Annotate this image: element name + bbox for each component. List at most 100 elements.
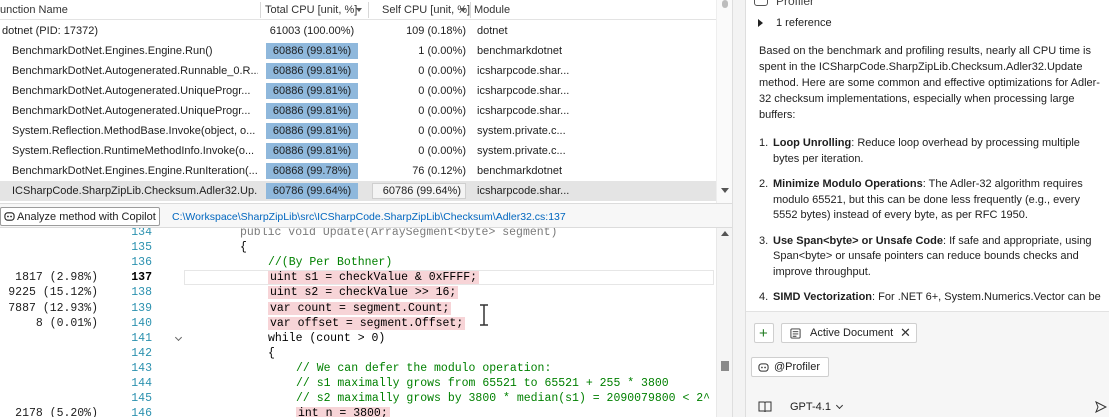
total-cpu-value: 60786 (99.64%) — [272, 185, 352, 197]
column-header-self-cpu[interactable]: Self CPU [unit, %] — [382, 4, 470, 16]
optimization-list: 1. Loop Unrolling: Reduce loop overhead b… — [759, 136, 1104, 316]
editor-scrollbar[interactable] — [716, 228, 732, 417]
total-cpu-value: 60886 (99.81%) — [272, 145, 352, 157]
add-context-button[interactable]: + — [754, 323, 774, 343]
line-cpu-count: 8 (0.01%) — [35, 316, 98, 330]
code-line[interactable]: 2178 (5.20%) 146 int n = 3800; — [0, 406, 716, 417]
scroll-down-icon[interactable] — [721, 188, 729, 193]
item-number: 1. — [759, 137, 769, 149]
function-name-cell: ICSharpCode.SharpZipLib.Checksum.Adler32… — [12, 185, 258, 197]
module-cell: benchmarkdotnet — [477, 45, 562, 57]
column-header-function-name[interactable]: unction Name — [0, 4, 68, 16]
code-line[interactable]: 143 // We can defer the modulo operation: — [0, 361, 716, 376]
total-cpu-value: 60886 (99.81%) — [272, 65, 352, 77]
code-line[interactable]: 9225 (15.12%) 138 uint s2 = checkValue >> … — [0, 285, 716, 300]
editor-scrollbar-thumb[interactable] — [721, 361, 729, 371]
table-row[interactable]: BenchmarkDotNet.Autogenerated.UniqueProg… — [0, 81, 716, 101]
code-text: //(By Per Bothner) — [268, 256, 393, 270]
module-cell: icsharpcode.shar... — [477, 65, 570, 77]
total-cpu-cell: 61003 (100.00%) — [266, 23, 366, 39]
code-text: // s1 maximally grows from 65521 to 6552… — [296, 377, 669, 390]
line-number: 139 — [131, 301, 152, 315]
analyze-with-copilot-button[interactable]: Analyze method with Copilot — [0, 207, 160, 226]
code-line[interactable]: 7887 (12.93%) 139 var count = segment.Coun… — [0, 301, 716, 316]
table-row[interactable]: BenchmarkDotNet.Engines.Engine.RunIterat… — [0, 161, 716, 181]
table-row[interactable]: BenchmarkDotNet.Engines.Engine.Run() 6088… — [0, 41, 716, 61]
source-code-editor[interactable]: 134 public void Update(ArraySegment<byte>… — [0, 228, 732, 417]
line-cpu-count: 2178 (5.20%) — [15, 407, 98, 417]
total-cpu-value: 60886 (99.81%) — [272, 85, 352, 97]
code-text: { — [268, 346, 275, 360]
module-cell: icsharpcode.shar... — [477, 185, 570, 197]
send-icon[interactable] — [1095, 401, 1107, 413]
document-reference-icon — [790, 328, 801, 339]
code-line[interactable]: 8 (0.01%) 140 var offset = segment.Offset; — [0, 316, 716, 331]
copilot-logo-icon — [754, 0, 768, 6]
item-number: 2. — [759, 178, 769, 190]
self-cpu-cell: 60786 (99.64%) — [372, 183, 466, 199]
function-name-cell: System.Reflection.RuntimeMethodInfo.Invo… — [12, 145, 255, 157]
item-title: Use Span<byte> or Unsafe Code — [773, 234, 943, 247]
line-number: 141 — [131, 331, 152, 345]
profiler-agent-chip[interactable]: @Profiler — [751, 357, 829, 377]
total-cpu-cell: 60886 (99.81%) — [266, 103, 366, 119]
close-icon[interactable]: ✕ — [900, 325, 911, 341]
panel-splitter[interactable] — [732, 0, 746, 417]
total-cpu-cell: 60886 (99.81%) — [266, 43, 366, 59]
source-file-link[interactable]: C:\Workspace\SharpZipLib\src\ICSharpCode… — [172, 211, 566, 223]
scroll-up-icon[interactable] — [721, 231, 729, 236]
table-header: unction Name Total CPU [unit, %] Self CP… — [0, 0, 716, 20]
column-header-total-cpu[interactable]: Total CPU [unit, %] — [265, 4, 357, 16]
item-number: 4. — [759, 291, 769, 303]
column-header-module[interactable]: Module — [474, 4, 510, 16]
table-row[interactable]: BenchmarkDotNet.Autogenerated.UniqueProg… — [0, 101, 716, 121]
scrollbar-thumb[interactable] — [722, 0, 728, 8]
fold-chevron-icon[interactable] — [174, 333, 183, 341]
item-title: SIMD Vectorization — [773, 291, 873, 303]
line-number: 134 — [131, 228, 152, 239]
module-cell: system.private.c... — [477, 125, 566, 137]
total-cpu-value: 61003 (100.00%) — [269, 25, 355, 37]
model-label: GPT-4.1 — [790, 401, 831, 413]
code-line[interactable]: 136 //(By Per Bothner) — [0, 255, 716, 270]
book-icon[interactable] — [758, 401, 772, 413]
code-line[interactable]: 142 { — [0, 346, 716, 361]
table-row[interactable]: System.Reflection.RuntimeMethodInfo.Invo… — [0, 141, 716, 161]
function-name-cell: BenchmarkDotNet.Autogenerated.UniqueProg… — [12, 85, 251, 97]
table-row[interactable]: dotnet (PID: 17372) 61003 (100.00%) 109 (0… — [0, 21, 716, 41]
table-row[interactable]: BenchmarkDotNet.Autogenerated.Runnable_0… — [0, 61, 716, 81]
active-document-chip[interactable]: Active Document ✕ — [781, 323, 917, 343]
code-line[interactable]: 134 public void Update(ArraySegment<byte>… — [0, 228, 716, 240]
table-row[interactable]: System.Reflection.MethodBase.Invoke(obje… — [0, 121, 716, 141]
total-cpu-cell: 60886 (99.81%) — [266, 143, 366, 159]
code-line[interactable]: 145 // s2 maximally grows by 3800 * media… — [0, 391, 716, 406]
line-number: 145 — [131, 392, 152, 406]
source-toolbar: Analyze method with Copilot C:\Workspace… — [0, 203, 732, 228]
module-cell: system.private.c... — [477, 145, 566, 157]
optimization-item: 3. Use Span<byte> or Unsafe Code: If safe… — [759, 234, 1104, 281]
function-name-cell: BenchmarkDotNet.Engines.Engine.RunIterat… — [12, 165, 258, 177]
code-text: var offset = segment.Offset; — [268, 316, 466, 330]
total-cpu-value: 60886 (99.81%) — [272, 125, 352, 137]
module-cell: icsharpcode.shar... — [477, 85, 570, 97]
chat-bottom-bar: GPT-4.1 — [746, 398, 1109, 417]
function-name-cell: BenchmarkDotNet.Autogenerated.UniqueProg… — [12, 105, 251, 117]
code-line[interactable]: 141 while (count > 0) — [0, 331, 716, 346]
code-line[interactable]: 1817 (2.98%) 137 uint s1 = checkValue & 0x… — [0, 270, 716, 286]
function-name-cell: dotnet (PID: 17372) — [2, 25, 99, 37]
model-selector[interactable]: GPT-4.1 — [790, 401, 844, 413]
table-row[interactable]: ICSharpCode.SharpZipLib.Checksum.Adler32… — [0, 181, 716, 201]
code-line[interactable]: 135 { — [0, 240, 716, 255]
total-cpu-value: 60886 (99.81%) — [272, 105, 352, 117]
line-number: 138 — [131, 286, 152, 300]
item-number: 3. — [759, 234, 769, 247]
total-cpu-cell: 60886 (99.81%) — [266, 83, 366, 99]
self-cpu-cell: 0 (0.00%) — [418, 85, 466, 97]
code-text: var count = segment.Count; — [268, 301, 452, 315]
total-cpu-cell: 60886 (99.81%) — [266, 63, 366, 79]
total-cpu-value: 60868 (99.78%) — [272, 165, 352, 177]
table-scrollbar[interactable] — [716, 0, 732, 203]
code-line[interactable]: 144 // s1 maximally grows from 65521 to 6… — [0, 376, 716, 391]
line-number: 137 — [131, 271, 152, 285]
line-number: 142 — [131, 346, 152, 360]
